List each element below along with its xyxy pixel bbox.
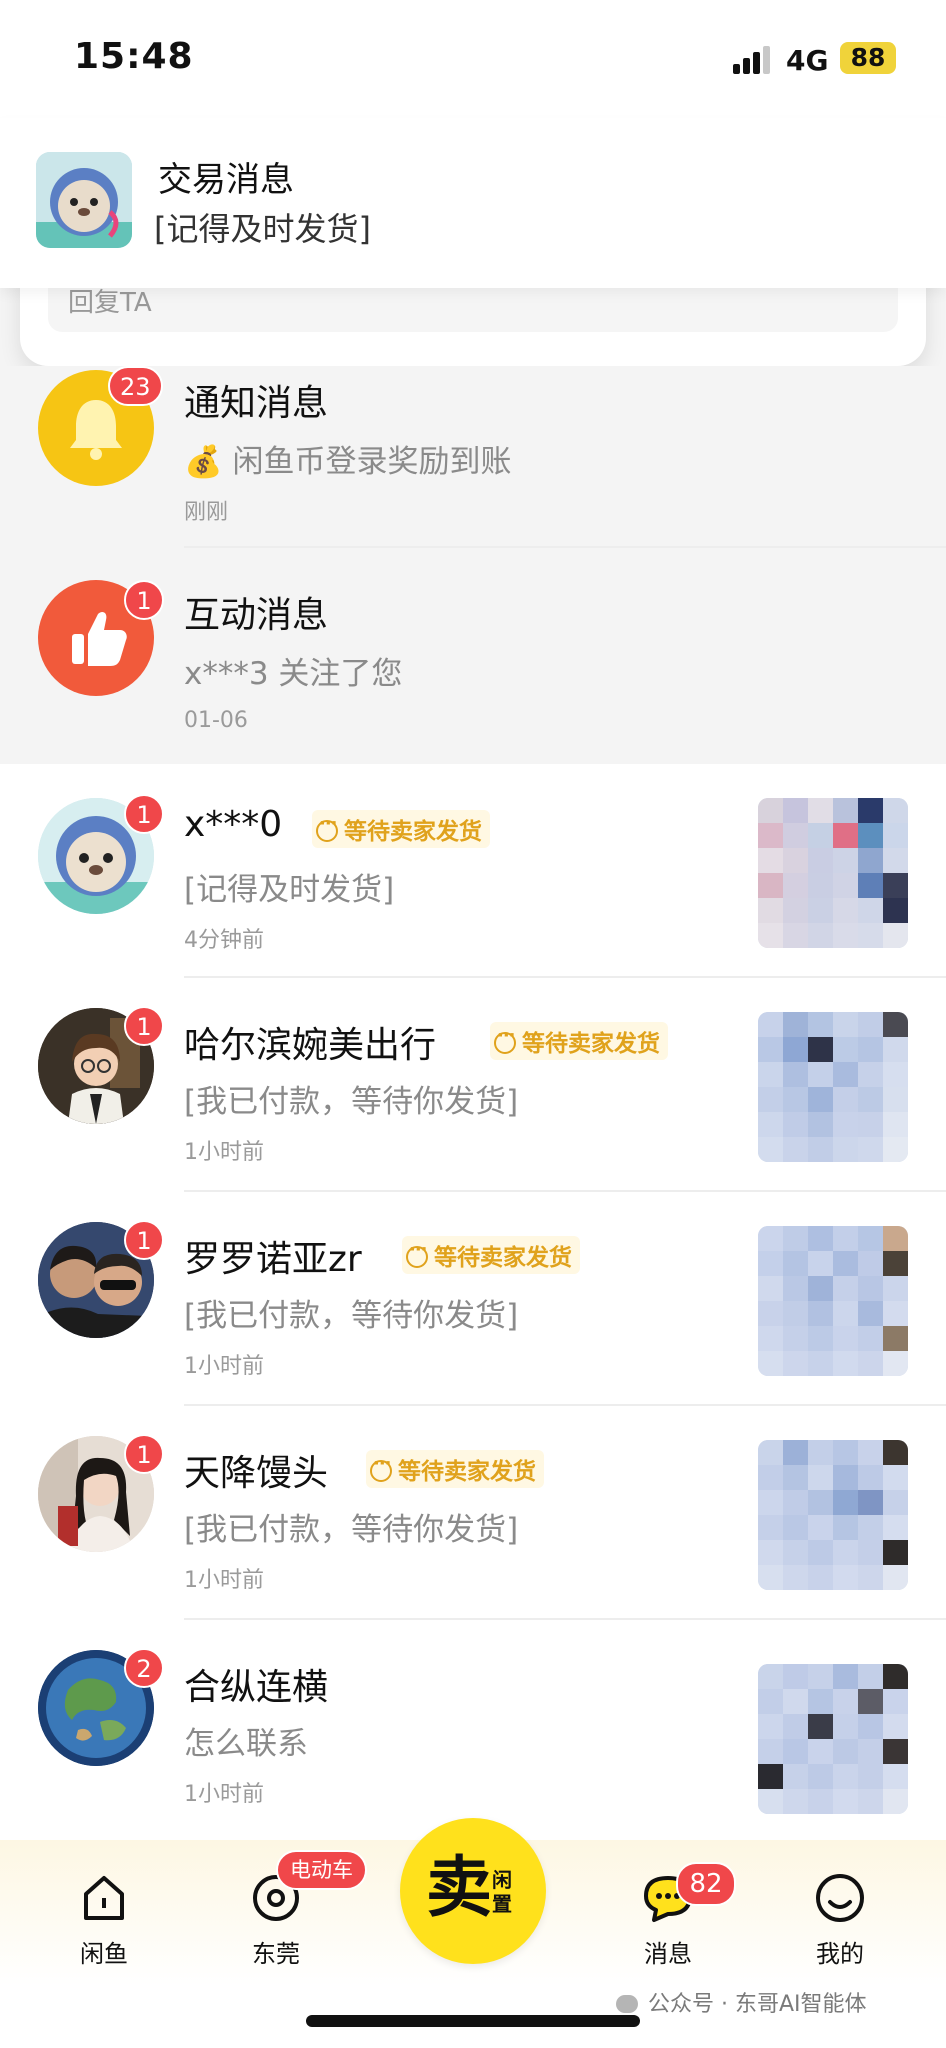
network-type: 4G xyxy=(786,44,829,77)
notification-badge: 23 xyxy=(108,366,163,406)
contact-name: x***0 xyxy=(184,804,283,845)
row-preview: x***3 关注了您 xyxy=(184,656,403,692)
status-time: 15:48 xyxy=(74,36,194,77)
product-thumbnail[interactable] xyxy=(758,1012,908,1162)
messages-badge: 82 xyxy=(676,1862,736,1906)
wechat-icon xyxy=(616,1995,638,2013)
unread-badge: 1 xyxy=(124,1006,164,1046)
status-tag: 等待卖家发货 xyxy=(366,1450,544,1488)
row-time: 01-06 xyxy=(184,708,248,733)
message-preview: [我已付款，等待你发货] xyxy=(184,1084,519,1120)
unread-badge: 2 xyxy=(124,1648,164,1688)
status-tag: 等待卖家发货 xyxy=(312,810,490,848)
message-time: 1小时前 xyxy=(184,1140,264,1165)
profile-smile-icon xyxy=(816,1874,864,1922)
row-preview: 💰 闲鱼币登录奖励到账 xyxy=(184,444,512,480)
chat-row[interactable]: 2 合纵连横 怎么联系 1小时前 xyxy=(0,1620,946,1840)
row-title: 通知消息 xyxy=(184,383,329,424)
banner-subtitle: [记得及时发货] xyxy=(154,210,371,248)
battery-icon: 88 xyxy=(840,42,896,74)
sell-label: 卖 xyxy=(426,1849,492,1926)
status-bar: 15:48 4G 88 xyxy=(0,0,946,118)
product-thumbnail[interactable] xyxy=(758,1440,908,1590)
tab-mine[interactable]: 我的 xyxy=(780,1870,900,1969)
trade-notification-banner[interactable]: 交易消息 [记得及时发货] xyxy=(0,118,946,288)
contact-name: 哈尔滨婉美出行 xyxy=(184,1025,437,1066)
message-preview: 怎么联系 xyxy=(184,1726,308,1762)
tab-home-label: 闲鱼 xyxy=(80,1940,128,1968)
local-badge: 电动车 xyxy=(276,1850,367,1890)
row-title: 互动消息 xyxy=(184,595,329,636)
message-preview: [记得及时发货] xyxy=(184,872,395,908)
status-tag: 等待卖家发货 xyxy=(490,1022,668,1060)
signal-icon xyxy=(733,44,773,74)
message-time: 1小时前 xyxy=(184,1354,264,1379)
contact-name: 罗罗诺亚zr xyxy=(184,1239,362,1280)
chat-row[interactable]: 1 天降馒头 等待卖家发货 [我已付款，等待你发货] 1小时前 xyxy=(0,1406,946,1620)
unread-badge: 1 xyxy=(124,1434,164,1474)
interaction-badge: 1 xyxy=(124,580,164,620)
message-time: 1小时前 xyxy=(184,1782,264,1807)
more-dots-icon xyxy=(370,1453,392,1482)
tab-mine-label: 我的 xyxy=(816,1940,864,1968)
product-thumbnail[interactable] xyxy=(758,798,908,948)
sell-button[interactable]: 卖 闲置 xyxy=(400,1818,546,1964)
contact-name: 合纵连横 xyxy=(184,1667,329,1708)
tab-home[interactable]: 闲鱼 xyxy=(44,1870,164,1969)
message-preview: [我已付款，等待你发货] xyxy=(184,1512,519,1548)
row-time: 刚刚 xyxy=(184,500,229,525)
product-thumbnail[interactable] xyxy=(758,1226,908,1376)
message-time: 1小时前 xyxy=(184,1568,264,1593)
sell-sub-label: 闲置 xyxy=(492,1868,512,1916)
message-time: 4分钟前 xyxy=(184,928,264,953)
interaction-messages-row[interactable]: 1 互动消息 x***3 关注了您 01-06 xyxy=(0,548,946,764)
more-dots-icon xyxy=(406,1239,428,1268)
status-tag: 等待卖家发货 xyxy=(402,1236,580,1274)
message-preview: [我已付款，等待你发货] xyxy=(184,1298,519,1334)
unread-badge: 1 xyxy=(124,1220,164,1260)
watermark: 公众号 · 东哥AI智能体 xyxy=(616,1986,867,2018)
home-icon xyxy=(84,1876,124,1920)
contact-name: 天降馒头 xyxy=(184,1453,329,1494)
unread-badge: 1 xyxy=(124,794,164,834)
tab-messages-label: 消息 xyxy=(644,1940,692,1968)
chat-row[interactable]: 1 x***0 等待卖家发货 [记得及时发货] 4分钟前 xyxy=(0,764,946,978)
seal-mascot-icon xyxy=(36,152,132,248)
notification-messages-row[interactable]: 23 通知消息 💰 闲鱼币登录奖励到账 刚刚 xyxy=(0,366,946,548)
banner-title: 交易消息 xyxy=(158,160,294,200)
more-dots-icon xyxy=(316,813,338,842)
chat-row[interactable]: 1 罗罗诺亚zr 等待卖家发货 [我已付款，等待你发货] 1小时前 xyxy=(0,1192,946,1406)
home-indicator[interactable] xyxy=(306,2015,640,2027)
chat-row[interactable]: 1 哈尔滨婉美出行 等待卖家发货 [我已付款，等待你发货] 1小时前 xyxy=(0,978,946,1192)
tab-local-label: 东莞 xyxy=(252,1940,300,1968)
more-dots-icon xyxy=(494,1025,516,1054)
product-thumbnail[interactable] xyxy=(758,1664,908,1814)
